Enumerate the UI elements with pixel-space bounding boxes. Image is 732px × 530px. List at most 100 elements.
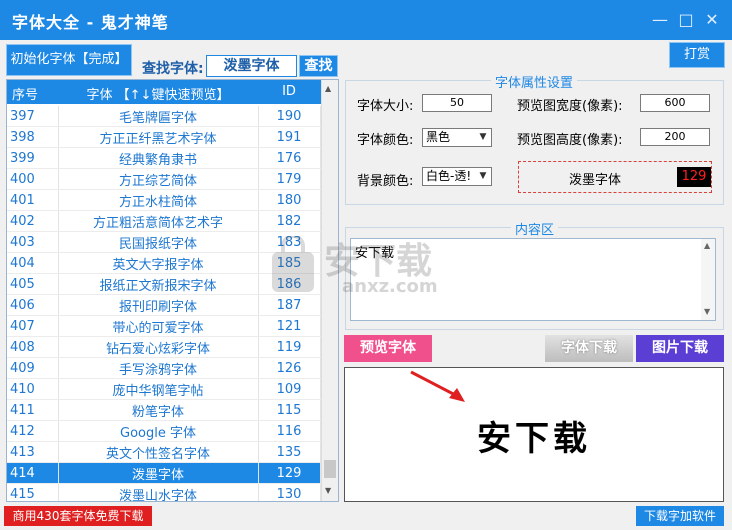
- row-id: 129: [258, 462, 321, 484]
- height-input[interactable]: 200: [640, 128, 710, 146]
- row-id: 115: [258, 399, 321, 421]
- row-number: 410: [7, 378, 59, 400]
- row-id: 179: [258, 168, 321, 190]
- table-row[interactable]: 399 经典繁角隶书 176: [7, 147, 321, 169]
- row-font-name: 毛笔牌匾字体: [58, 106, 259, 127]
- scroll-up-icon[interactable]: ▲: [325, 84, 331, 93]
- color-select[interactable]: 黑色 ▼: [422, 128, 492, 147]
- minimize-icon[interactable]: —: [650, 10, 670, 30]
- table-row[interactable]: 414 泼墨字体 129: [7, 462, 321, 484]
- width-input[interactable]: 600: [640, 94, 710, 112]
- row-number: 398: [7, 126, 59, 148]
- table-row[interactable]: 408 钻石爱心炫彩字体 119: [7, 336, 321, 358]
- row-id: 190: [258, 106, 321, 127]
- row-number: 413: [7, 441, 59, 463]
- row-font-name: 方正综艺简体: [58, 168, 259, 190]
- download-font-button[interactable]: 字体下载: [545, 335, 633, 362]
- table-row[interactable]: 402 方正粗活意简体艺术字 182: [7, 210, 321, 232]
- height-label: 预览图高度(像素):: [517, 133, 623, 148]
- table-row[interactable]: 415 泼墨山水字体 130: [7, 483, 321, 501]
- preview-font-id: 129: [677, 167, 711, 187]
- row-font-name: 方正粗活意简体艺术字: [58, 210, 259, 232]
- properties-title: 字体属性设置: [491, 72, 578, 91]
- row-number: 412: [7, 420, 59, 442]
- table-row[interactable]: 410 庞中华钢笔字帖 109: [7, 378, 321, 400]
- row-number: 406: [7, 294, 59, 316]
- table-row[interactable]: 398 方正正纤黑艺术字体 191: [7, 126, 321, 148]
- row-font-name: 带心的可爱字体: [58, 315, 259, 337]
- promo-link[interactable]: 商用430套字体免费下载: [4, 506, 152, 526]
- row-font-name: 手写涂鸦字体: [58, 357, 259, 379]
- content-text: 安下载: [355, 246, 395, 261]
- size-label: 字体大小:: [357, 99, 414, 114]
- row-id: 187: [258, 294, 321, 316]
- reward-button[interactable]: 打赏: [669, 42, 725, 68]
- download-image-button[interactable]: 图片下载: [636, 335, 724, 362]
- content-textarea[interactable]: 安下载 ▲ ▼: [350, 238, 716, 321]
- table-row[interactable]: 403 民国报纸字体 183: [7, 231, 321, 253]
- table-row[interactable]: 400 方正综艺简体 179: [7, 168, 321, 190]
- font-list: 序号 字体 【↑↓键快速预览】 ID 397 毛笔牌匾字体 190 398 方正正纤黑艺…: [6, 79, 339, 502]
- row-number: 402: [7, 210, 59, 232]
- table-row[interactable]: 405 报纸正文新报宋字体 186: [7, 273, 321, 295]
- scroll-down-icon[interactable]: ▼: [704, 307, 710, 316]
- row-font-name: 粉笔字体: [58, 399, 259, 421]
- list-scrollbar[interactable]: ▲ ▼: [321, 80, 338, 501]
- row-id: 135: [258, 441, 321, 463]
- header-font[interactable]: 字体 【↑↓键快速预览】: [59, 84, 257, 103]
- init-fonts-button[interactable]: 初始化字体【完成】: [6, 44, 132, 76]
- table-row[interactable]: 407 带心的可爱字体 121: [7, 315, 321, 337]
- row-number: 403: [7, 231, 59, 253]
- row-font-name: 方正正纤黑艺术字体: [58, 126, 259, 148]
- row-id: 182: [258, 210, 321, 232]
- row-id: 116: [258, 420, 321, 442]
- find-button[interactable]: 查找: [299, 55, 338, 77]
- row-font-name: 经典繁角隶书: [58, 147, 259, 169]
- table-row[interactable]: 401 方正水柱简体 180: [7, 189, 321, 211]
- content-title: 内容区: [511, 219, 559, 238]
- maximize-icon[interactable]: □: [676, 10, 696, 30]
- download-software-link[interactable]: 下载字加软件: [636, 506, 724, 526]
- row-font-name: 英文个性签名字体: [58, 441, 259, 463]
- font-preview-box: 泼墨字体 129: [518, 161, 712, 193]
- preview-text: 安下载: [477, 419, 591, 459]
- row-id: 176: [258, 147, 321, 169]
- header-number: 序号: [12, 88, 39, 103]
- chevron-down-icon: ▼: [479, 132, 487, 142]
- bg-select[interactable]: 白色-透! ▼: [422, 167, 492, 186]
- table-row[interactable]: 413 英文个性签名字体 135: [7, 441, 321, 463]
- scrollbar-thumb[interactable]: [324, 460, 336, 478]
- scroll-up-icon[interactable]: ▲: [704, 241, 710, 250]
- row-id: 109: [258, 378, 321, 400]
- table-row[interactable]: 412 Google 字体 116: [7, 420, 321, 442]
- row-number: 411: [7, 399, 59, 421]
- size-input[interactable]: 50: [422, 94, 492, 112]
- row-font-name: 民国报纸字体: [58, 231, 259, 253]
- row-number: 400: [7, 168, 59, 190]
- header-id: ID: [282, 84, 296, 99]
- title-bar: 字体大全 - 鬼才神笔 — □ ✕: [0, 0, 732, 40]
- content-scrollbar[interactable]: ▲ ▼: [701, 239, 715, 320]
- preview-font-name: 泼墨字体: [569, 173, 622, 188]
- row-id: 183: [258, 231, 321, 253]
- bg-label: 背景颜色:: [357, 174, 414, 189]
- row-number: 397: [7, 106, 59, 127]
- close-icon[interactable]: ✕: [702, 10, 722, 30]
- scroll-down-icon[interactable]: ▼: [325, 486, 331, 495]
- table-row[interactable]: 409 手写涂鸦字体 126: [7, 357, 321, 379]
- row-number: 414: [7, 462, 59, 484]
- row-id: 185: [258, 252, 321, 274]
- find-label: 查找字体:: [142, 61, 204, 77]
- row-number: 405: [7, 273, 59, 295]
- table-row[interactable]: 404 英文大字报字体 185: [7, 252, 321, 274]
- preview-font-button[interactable]: 预览字体: [344, 335, 432, 362]
- table-row[interactable]: 397 毛笔牌匾字体 190: [7, 106, 321, 127]
- row-number: 408: [7, 336, 59, 358]
- row-id: 130: [258, 483, 321, 501]
- find-input[interactable]: 泼墨字体: [206, 55, 297, 77]
- table-row[interactable]: 406 报刊印刷字体 187: [7, 294, 321, 316]
- row-number: 415: [7, 483, 59, 501]
- row-id: 186: [258, 273, 321, 295]
- bg-select-value: 白色-透!: [426, 169, 472, 183]
- table-row[interactable]: 411 粉笔字体 115: [7, 399, 321, 421]
